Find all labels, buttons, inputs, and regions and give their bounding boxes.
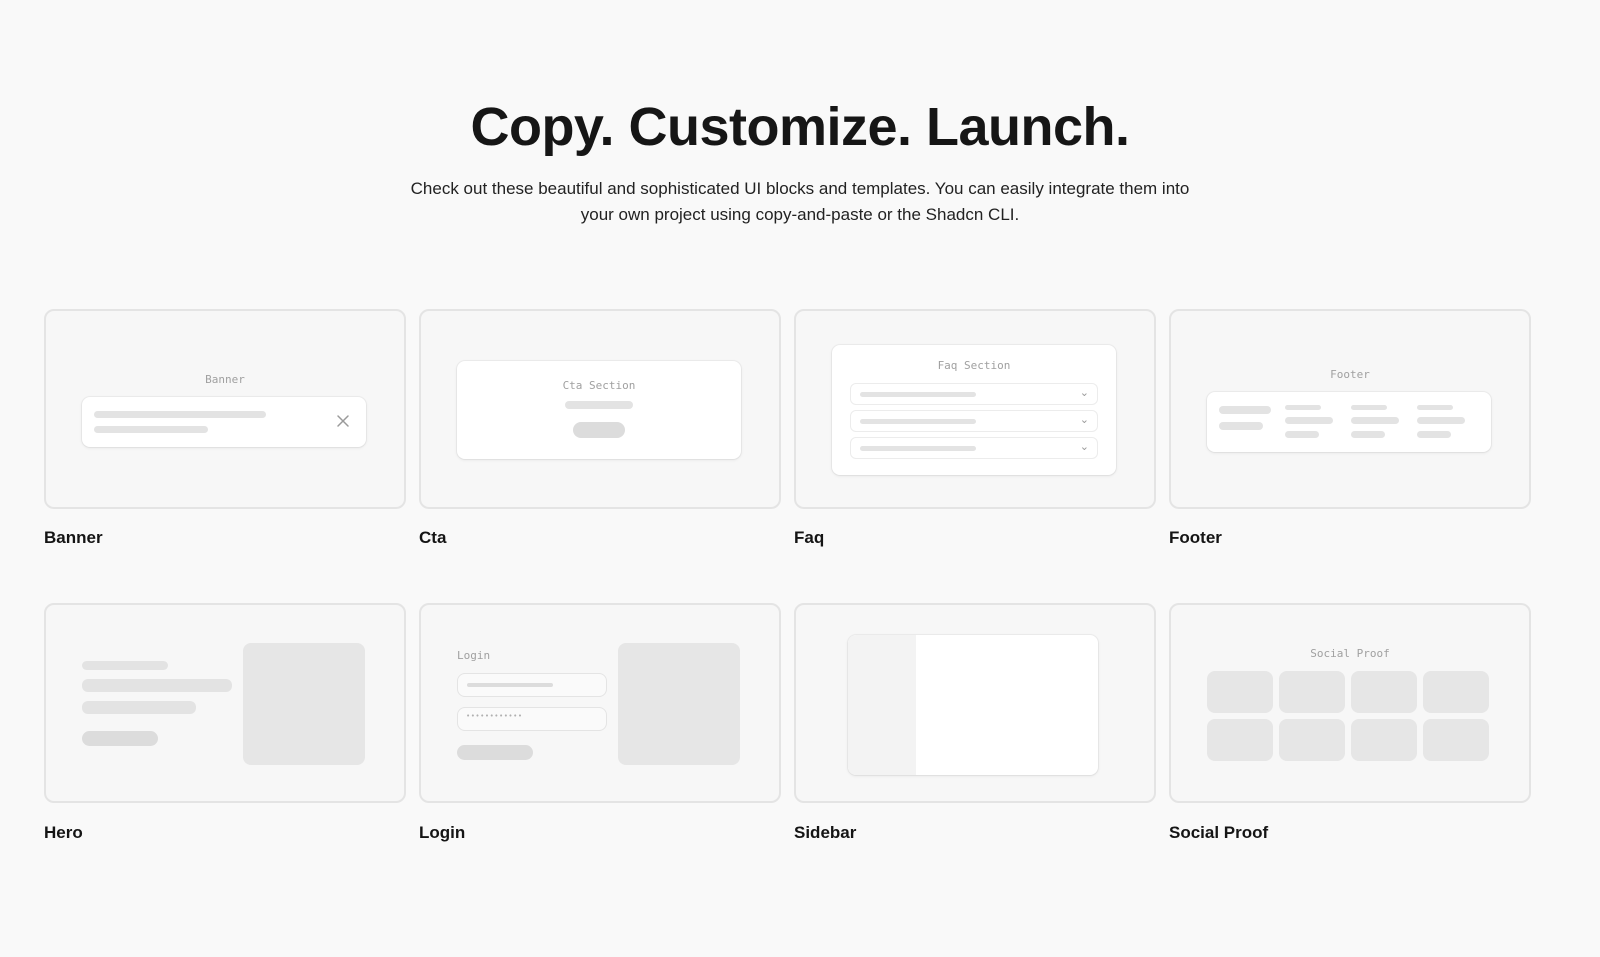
faq-row: ⌄ [850,410,1098,432]
skeleton-line [1219,406,1271,414]
preview-caption: Footer [1330,368,1370,381]
card-hero[interactable] [44,603,406,803]
skeleton-line [467,683,553,687]
skeleton-line [1351,431,1385,438]
logo-placeholder [1207,719,1273,761]
sidebar-rail [848,635,916,775]
page-title: Copy. Customize. Launch. [470,97,1130,157]
skeleton-line [1285,417,1333,424]
card-label-sidebar[interactable]: Sidebar [794,823,856,843]
email-field [457,673,607,697]
skeleton-line [1417,405,1453,410]
card-faq[interactable]: Faq Section ⌄ ⌄ ⌄ [794,309,1156,509]
sidebar-preview-panel [848,635,1098,775]
skeleton-line [1351,417,1399,424]
skeleton-line [860,419,976,424]
logo-placeholder [1351,719,1417,761]
skeleton-line [860,446,976,451]
close-icon [337,415,349,427]
card-label-social-proof[interactable]: Social Proof [1169,823,1268,843]
skeleton-line [94,411,266,418]
logo-placeholder [1207,671,1273,713]
skeleton-line [82,679,232,692]
skeleton-button [573,422,625,438]
card-label-login[interactable]: Login [419,823,465,843]
chevron-down-icon: ⌄ [1079,387,1089,399]
password-field: •••••••••••• [457,707,607,731]
preview-caption: Faq Section [937,359,1011,372]
logo-placeholder [1423,671,1489,713]
banner-preview-panel [82,397,366,447]
card-label-footer[interactable]: Footer [1169,528,1222,548]
faq-row: ⌄ [850,437,1098,459]
card-banner[interactable]: Banner [44,309,406,509]
faq-row: ⌄ [850,383,1098,405]
logo-placeholder [1423,719,1489,761]
skeleton-line [860,392,976,397]
card-label-faq[interactable]: Faq [794,528,824,548]
skeleton-line [1285,405,1321,410]
skeleton-line [1219,422,1263,430]
skeleton-line [82,661,168,670]
preview-caption: Cta Section [562,379,636,392]
skeleton-line [565,401,633,409]
card-login[interactable]: Login •••••••••••• [419,603,781,803]
card-label-cta[interactable]: Cta [419,528,446,548]
logo-placeholder [1279,671,1345,713]
skeleton-line [94,426,208,433]
skeleton-line [1351,405,1387,410]
card-footer[interactable]: Footer [1169,309,1531,509]
skeleton-button [457,745,533,760]
cta-preview-panel: Cta Section [457,361,741,459]
chevron-down-icon: ⌄ [1079,414,1089,426]
image-placeholder [618,643,740,765]
preview-caption: Banner [205,373,245,386]
card-label-hero[interactable]: Hero [44,823,83,843]
footer-preview-panel [1207,392,1491,452]
image-placeholder [243,643,365,765]
faq-preview-panel: Faq Section ⌄ ⌄ ⌄ [832,345,1116,475]
card-label-banner[interactable]: Banner [44,528,103,548]
preview-caption: Login [457,649,491,662]
logo-placeholder [1351,671,1417,713]
skeleton-line [82,701,196,714]
skeleton-button [82,731,158,746]
skeleton-line [1417,417,1465,424]
logo-placeholder [1279,719,1345,761]
page-subtitle: Check out these beautiful and sophistica… [410,179,1190,224]
card-social-proof[interactable]: Social Proof [1169,603,1531,803]
card-sidebar[interactable] [794,603,1156,803]
password-mask: •••••••••••• [466,712,523,720]
chevron-down-icon: ⌄ [1079,441,1089,453]
skeleton-line [1417,431,1451,438]
skeleton-line [1285,431,1319,438]
preview-caption: Social Proof [1310,647,1390,660]
card-cta[interactable]: Cta Section [419,309,781,509]
